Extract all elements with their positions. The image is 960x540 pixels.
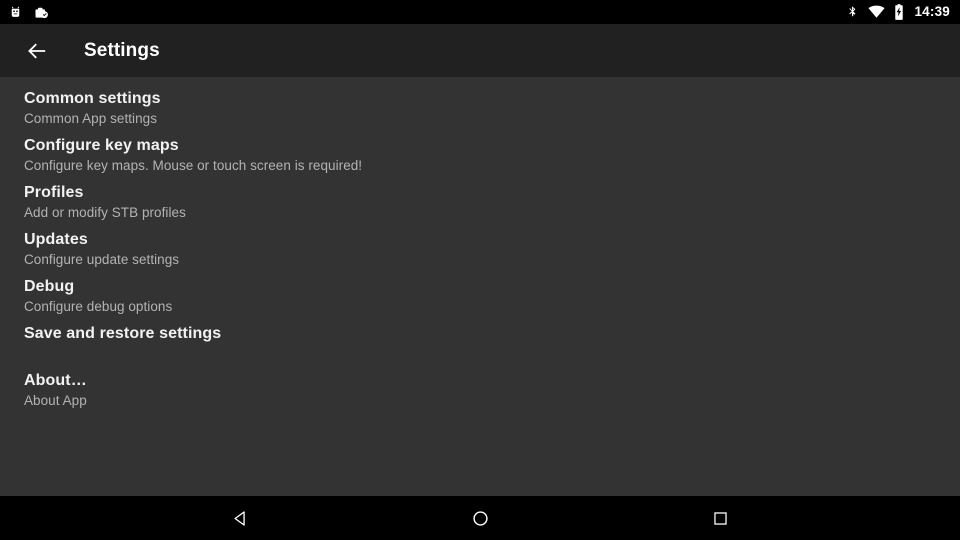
settings-item-title: About… [24,372,87,389]
page-title: Settings [84,39,160,61]
settings-item-save-and-restore-settings[interactable]: Save and restore settings [0,323,960,370]
app-bar: Settings [0,24,960,77]
settings-item-subtitle: Add or modify STB profiles [24,205,186,220]
settings-item-subtitle: Common App settings [24,111,158,126]
nav-back-icon[interactable] [180,496,300,540]
settings-item-title: Common settings [24,90,161,107]
status-bar: 14:39 [0,0,960,24]
nav-home-icon[interactable] [420,496,540,540]
android-navigation-bar [0,496,960,540]
settings-item-title: Updates [24,231,88,248]
settings-item-about[interactable]: About… About App [0,370,960,417]
status-bar-right-icons: 14:39 [837,4,950,20]
settings-list: Common settings Common App settings Conf… [0,88,960,417]
work-badge-icon [34,5,49,20]
settings-item-title: Save and restore settings [24,325,222,342]
settings-item-subtitle: About App [24,393,87,408]
settings-item-subtitle: Configure debug options [24,299,173,314]
android-bug-icon [8,5,23,20]
settings-item-debug[interactable]: Debug Configure debug options [0,276,960,323]
settings-item-common-settings[interactable]: Common settings Common App settings [0,88,960,135]
bluetooth-icon [846,4,859,20]
settings-item-configure-key-maps[interactable]: Configure key maps Configure key maps. M… [0,135,960,182]
settings-item-title: Configure key maps [24,137,179,154]
status-bar-clock: 14:39 [914,4,950,20]
settings-item-subtitle: Configure update settings [24,252,180,267]
nav-spacer-right [540,496,660,540]
nav-recents-icon[interactable] [660,496,780,540]
status-bar-left-icons [8,5,60,20]
wifi-icon [868,5,886,19]
nav-spacer-left [300,496,420,540]
settings-item-title: Debug [24,278,75,295]
battery-charging-icon [894,4,904,20]
settings-item-subtitle: Configure key maps. Mouse or touch scree… [24,158,363,173]
android-settings-screen: 14:39 Settings Common settings Common Ap… [0,0,960,540]
settings-item-updates[interactable]: Updates Configure update settings [0,229,960,276]
settings-item-title: Profiles [24,184,84,201]
settings-content: Common settings Common App settings Conf… [0,77,960,496]
back-arrow-icon[interactable] [22,36,52,66]
settings-item-profiles[interactable]: Profiles Add or modify STB profiles [0,182,960,229]
